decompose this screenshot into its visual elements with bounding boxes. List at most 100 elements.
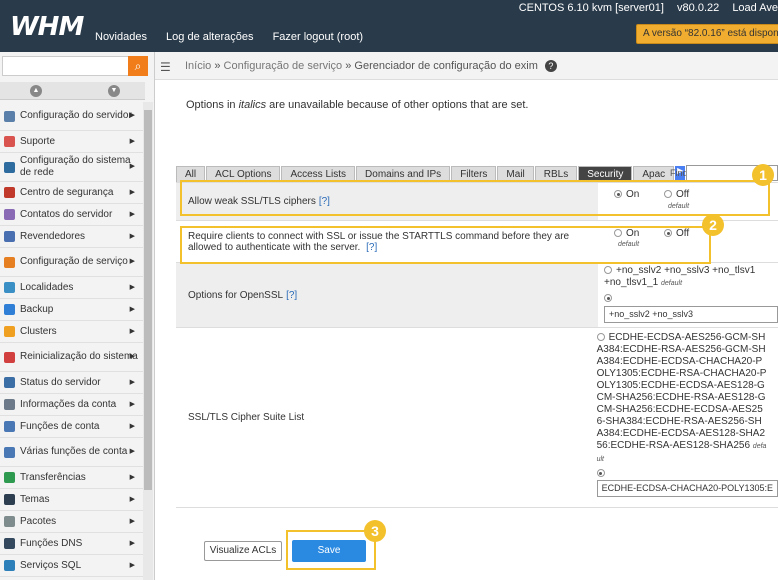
highlight-box-1 [180, 180, 770, 216]
chevron-right-icon[interactable]: ▶ [130, 232, 135, 240]
chevron-right-icon[interactable]: ▶ [130, 162, 135, 170]
sidebar-search-input[interactable]: ⌕ [2, 56, 148, 76]
sidebar-item[interactable]: Configuração do sistema de rede ▶ [0, 153, 143, 182]
sidebar-item[interactable]: Funções de conta ▶ [0, 416, 143, 438]
sidebar-item[interactable]: Clusters ▶ [0, 321, 143, 343]
setting-label: SSL/TLS Cipher Suite List [176, 328, 591, 507]
top-header: WHM Novidades Log de alterações Fazer lo… [0, 0, 778, 52]
visualize-acls-button[interactable]: Visualize ACLs [204, 541, 282, 561]
scrollbar-thumb[interactable] [144, 110, 152, 490]
logout-link[interactable]: Fazer logout (root) [273, 31, 363, 43]
sidebar-item-label: Backup [20, 303, 54, 315]
menu-icon[interactable]: ☰ [160, 60, 171, 74]
sidebar-item[interactable]: Status do servidor ▶ [0, 372, 143, 394]
highlight-box-3 [286, 530, 376, 570]
help-icon[interactable]: ? [544, 60, 557, 72]
collapse-up-icon[interactable]: ▲ [30, 85, 42, 97]
chevron-right-icon[interactable]: ▶ [130, 210, 135, 218]
breadcrumb-current: Gerenciador de configuração do exim [354, 60, 538, 72]
load-average: Load Ave [732, 2, 778, 14]
chevron-right-icon[interactable]: ▶ [130, 539, 135, 547]
intro-suffix: are unavailable because of other options… [266, 99, 529, 111]
sidebar-item[interactable]: Centro de segurança ▶ [0, 182, 143, 204]
radio-default[interactable] [596, 333, 605, 342]
default-option[interactable]: +no_sslv2 +no_sslv3 +no_tlsv1 +no_tlsv1_… [604, 265, 778, 290]
sidebar-item[interactable]: Informações da conta ▶ [0, 394, 143, 416]
clusters-icon [4, 326, 15, 337]
whm-logo[interactable]: WHM [10, 12, 84, 42]
cipher-list-input[interactable]: ECDHE-ECDSA-CHACHA20-POLY1305:E [596, 480, 778, 497]
chevron-right-icon[interactable]: ▶ [130, 327, 135, 335]
default-option[interactable]: ECDHE-ECDSA-AES256-GCM-SHA384:ECDHE-RSA-… [596, 332, 767, 466]
step-badge-2: 2 [702, 214, 724, 236]
sidebar-item[interactable]: Configuração de serviço ▶ [0, 248, 143, 277]
os-info: CENTOS 6.10 kvm [server01] [518, 2, 664, 14]
themes-icon [4, 494, 15, 505]
breadcrumb-separator: » [345, 60, 352, 72]
openssl-options-input[interactable]: +no_sslv2 +no_sslv3 [604, 306, 778, 323]
breadcrumb-bar: ☰ Início » Configuração de serviço » Ger… [155, 52, 778, 80]
radio-default[interactable] [604, 266, 612, 275]
changelog-link[interactable]: Log de alterações [166, 31, 253, 43]
radio-custom[interactable] [604, 294, 612, 303]
chevron-right-icon[interactable]: ▶ [130, 517, 135, 525]
sidebar-item[interactable]: Backup ▶ [0, 299, 143, 321]
chevron-right-icon[interactable]: ▶ [130, 188, 135, 196]
chevron-right-icon[interactable]: ▶ [130, 561, 135, 569]
system-info: CENTOS 6.10 kvm [server01] v80.0.22 Load… [509, 2, 778, 14]
setting-help-link[interactable]: [?] [286, 290, 297, 301]
chevron-right-icon[interactable]: ▶ [130, 378, 135, 386]
search-icon[interactable]: ⌕ [128, 56, 148, 76]
sidebar-item[interactable]: Pacotes ▶ [0, 511, 143, 533]
packages-icon [4, 516, 15, 527]
sidebar-item-label: Contatos do servidor [20, 208, 113, 220]
sidebar-item[interactable]: Temas ▶ [0, 489, 143, 511]
chevron-right-icon[interactable]: ▶ [130, 422, 135, 430]
sidebar-item[interactable]: Suporte ▶ [0, 131, 143, 153]
custom-option [596, 468, 778, 479]
sidebar-item[interactable]: Localidades ▶ [0, 277, 143, 299]
sidebar-item-label: Reinicialização do sistema [20, 351, 138, 362]
sidebar-item-label: Funções de conta [20, 420, 100, 432]
sidebar-item-label: Suporte [20, 135, 56, 147]
chevron-right-icon[interactable]: ▶ [130, 257, 135, 265]
chevron-right-icon[interactable]: ▶ [130, 400, 135, 408]
sidebar-scrollbar[interactable] [143, 102, 153, 580]
sidebar-item[interactable]: Transferências ▶ [0, 467, 143, 489]
default-value: ECDHE-ECDSA-AES256-GCM-SHA384:ECDHE-RSA-… [596, 332, 767, 451]
sidebar-item-label: Status do servidor [20, 376, 101, 388]
sidebar-item-label: Serviços SQL [20, 559, 82, 571]
chevron-right-icon[interactable]: ▶ [130, 447, 135, 455]
resellers-icon [4, 231, 15, 242]
chevron-right-icon[interactable]: ▶ [130, 111, 135, 119]
chevron-right-icon[interactable]: ▶ [130, 495, 135, 503]
sidebar-item[interactable]: Serviços SQL ▶ [0, 555, 143, 577]
sidebar-item[interactable]: Revendedores ▶ [0, 226, 143, 248]
breadcrumb-section[interactable]: Configuração de serviço [224, 60, 343, 72]
intro-text: Options in italics are unavailable becau… [186, 99, 528, 111]
chevron-right-icon[interactable]: ▶ [130, 305, 135, 313]
custom-option [604, 293, 778, 304]
sidebar-item[interactable]: Funções DNS ▶ [0, 533, 143, 555]
chevron-right-icon[interactable]: ▶ [130, 473, 135, 481]
sidebar-item-label: Clusters [20, 325, 57, 337]
chevron-right-icon[interactable]: ▶ [130, 352, 135, 360]
sidebar-toggle-bar: ▲ ▼ [0, 82, 145, 100]
expand-down-icon[interactable]: ▼ [108, 85, 120, 97]
security-icon [4, 187, 15, 198]
chevron-right-icon[interactable]: ▶ [130, 283, 135, 291]
sidebar-item[interactable]: Várias funções de conta ▶ [0, 438, 143, 467]
main-content: Options in italics are unavailable becau… [156, 80, 778, 580]
sidebar-item[interactable]: Configuração do servidor ▶ [0, 102, 143, 131]
restart-icon [4, 351, 15, 363]
upgrade-notice[interactable]: A versão “82.0.16” está dispon [636, 24, 778, 44]
sidebar-item-label: Temas [20, 493, 50, 505]
radio-custom[interactable] [596, 469, 605, 478]
sidebar-item[interactable]: Reinicialização do sistema ▶ [0, 343, 143, 372]
sidebar-item[interactable]: Contatos do servidor ▶ [0, 204, 143, 226]
account-functions-icon [4, 421, 15, 432]
chevron-right-icon[interactable]: ▶ [130, 137, 135, 145]
sidebar-item-label: Configuração do sistema de rede [20, 155, 131, 178]
breadcrumb-home[interactable]: Início [185, 60, 211, 72]
news-link[interactable]: Novidades [95, 31, 147, 43]
